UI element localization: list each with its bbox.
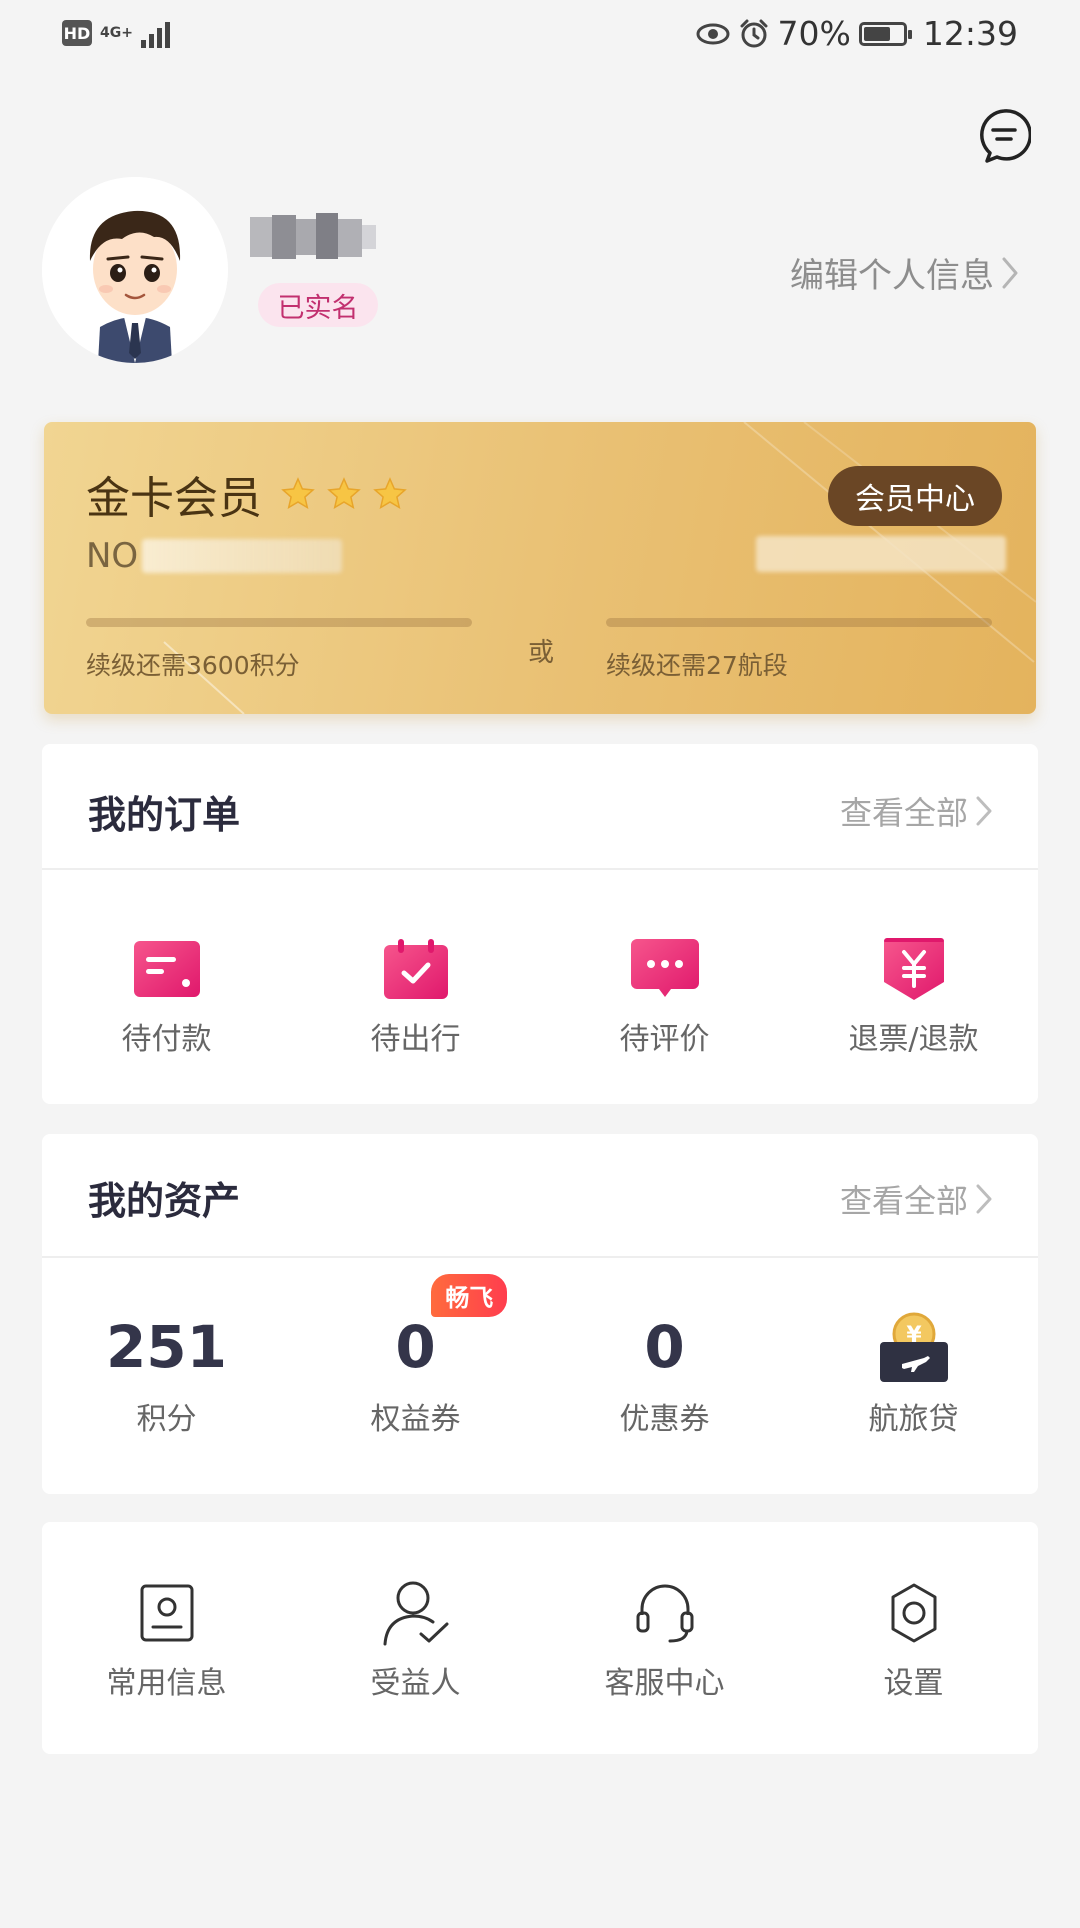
asset-label: 优惠券 (619, 1402, 710, 1437)
tool-beneficiary[interactable]: 受益人 (291, 1578, 540, 1702)
order-label: 待评价 (619, 1022, 710, 1057)
order-upcoming-trips[interactable]: 待出行 (291, 934, 540, 1058)
coupons-value: 0 (644, 1313, 685, 1381)
alarm-icon (740, 19, 768, 47)
battery-percent: 70% (777, 14, 851, 53)
asset-coupons[interactable]: 0 优惠券 (540, 1310, 789, 1438)
tool-settings[interactable]: 设置 (789, 1578, 1038, 1702)
edit-profile-label: 编辑个人信息 (790, 256, 994, 296)
benefit-vouchers-value: 0 畅飞 (395, 1274, 508, 1384)
settings-gear-icon (879, 1578, 949, 1648)
eye-icon (696, 23, 730, 44)
tools-panel: 常用信息 受益人 客服中心 设置 (42, 1522, 1038, 1754)
signal-icon (140, 18, 170, 48)
verified-badge: 已实名 (258, 283, 378, 327)
points-requirement: 续级还需3600积分 (86, 651, 300, 680)
tool-customer-service[interactable]: 客服中心 (540, 1578, 789, 1702)
assets-panel: 我的资产 查看全部 251 积分 0 畅飞 权益券 0 优惠券 ¥ 航旅贷 (42, 1134, 1038, 1494)
orders-panel: 我的订单 查看全部 待付款 待出行 待评价 退票/退款 (42, 744, 1038, 1104)
assets-view-all[interactable]: 查看全部 (840, 1176, 994, 1222)
order-label: 待付款 (121, 1022, 212, 1057)
member-tier: 金卡会员 (86, 462, 408, 526)
tools-grid: 常用信息 受益人 客服中心 设置 (42, 1578, 1038, 1702)
orders-title: 我的订单 (88, 793, 241, 837)
assets-grid: 251 积分 0 畅飞 权益券 0 优惠券 ¥ 航旅贷 (42, 1274, 1038, 1438)
status-bar: HD 4G+ 70% 12:39 (0, 0, 1080, 72)
status-right: 70% 12:39 (696, 14, 1018, 53)
star-icon (373, 477, 407, 510)
asset-benefit-vouchers[interactable]: 0 畅飞 权益券 (291, 1274, 540, 1438)
assets-divider (42, 1256, 1038, 1258)
refund-icon (879, 934, 949, 1004)
card-number: NO (86, 536, 343, 576)
orders-view-all[interactable]: 查看全部 (840, 788, 994, 834)
network-type: 4G+ (100, 25, 133, 41)
battery-icon (858, 21, 912, 46)
points-value: 251 (105, 1313, 228, 1381)
member-card[interactable]: 金卡会员 NO 会员中心 或 续级还需3600积分 续级还需27航段 (44, 422, 1036, 714)
hd-badge: HD (62, 20, 92, 46)
star-icon (281, 477, 315, 510)
segments-requirement: 续级还需27航段 (606, 651, 788, 680)
changfei-badge: 畅飞 (431, 1274, 508, 1317)
asset-label: 权益券 (370, 1402, 461, 1437)
asset-label: 航旅贷 (868, 1402, 959, 1437)
or-label: 或 (528, 638, 555, 668)
benefit-vouchers-count: 0 (395, 1313, 436, 1381)
card-info-redacted (756, 536, 1006, 572)
beneficiary-icon (381, 1578, 451, 1648)
order-label: 待出行 (370, 1022, 461, 1057)
chevron-right-icon (976, 1184, 992, 1214)
calendar-check-icon (381, 934, 451, 1004)
order-pending-review[interactable]: 待评价 (540, 934, 789, 1058)
payment-card-icon (132, 934, 202, 1004)
tool-label: 常用信息 (106, 1666, 227, 1701)
tool-label: 客服中心 (604, 1666, 725, 1701)
tier-stars (280, 476, 408, 512)
segments-progress-bar (606, 618, 992, 627)
card-number-redacted (142, 539, 343, 573)
asset-label: 积分 (136, 1402, 197, 1437)
chevron-right-icon (1002, 257, 1018, 288)
tool-label: 设置 (883, 1666, 944, 1701)
chevron-right-icon (976, 796, 992, 826)
message-icon[interactable] (977, 108, 1033, 163)
order-pending-payment[interactable]: 待付款 (42, 934, 291, 1058)
asset-points[interactable]: 251 积分 (42, 1310, 291, 1438)
orders-grid: 待付款 待出行 待评价 退票/退款 (42, 934, 1038, 1058)
member-tier-label: 金卡会员 (86, 473, 262, 524)
member-center-button[interactable]: 会员中心 (828, 466, 1002, 526)
edit-profile-link[interactable]: 编辑个人信息 (790, 248, 1020, 297)
contact-card-icon (132, 1578, 202, 1648)
clock: 12:39 (922, 14, 1018, 53)
star-icon (327, 477, 361, 510)
orders-view-all-label: 查看全部 (839, 794, 968, 832)
card-number-prefix: NO (86, 536, 139, 576)
comment-icon (630, 934, 700, 1004)
assets-title: 我的资产 (88, 1179, 241, 1223)
order-refund[interactable]: 退票/退款 (789, 934, 1038, 1058)
username-redacted (250, 205, 376, 267)
avatar[interactable] (42, 177, 228, 363)
asset-travel-loan[interactable]: ¥ 航旅贷 (789, 1310, 1038, 1438)
tool-label: 受益人 (370, 1666, 461, 1701)
status-left: HD 4G+ (62, 18, 170, 48)
points-progress-bar (86, 618, 472, 627)
tool-common-info[interactable]: 常用信息 (42, 1578, 291, 1702)
order-label: 退票/退款 (848, 1022, 979, 1057)
headset-icon (630, 1578, 700, 1648)
travel-loan-icon: ¥ (878, 1310, 950, 1384)
assets-view-all-label: 查看全部 (839, 1182, 968, 1220)
orders-divider (42, 868, 1038, 870)
